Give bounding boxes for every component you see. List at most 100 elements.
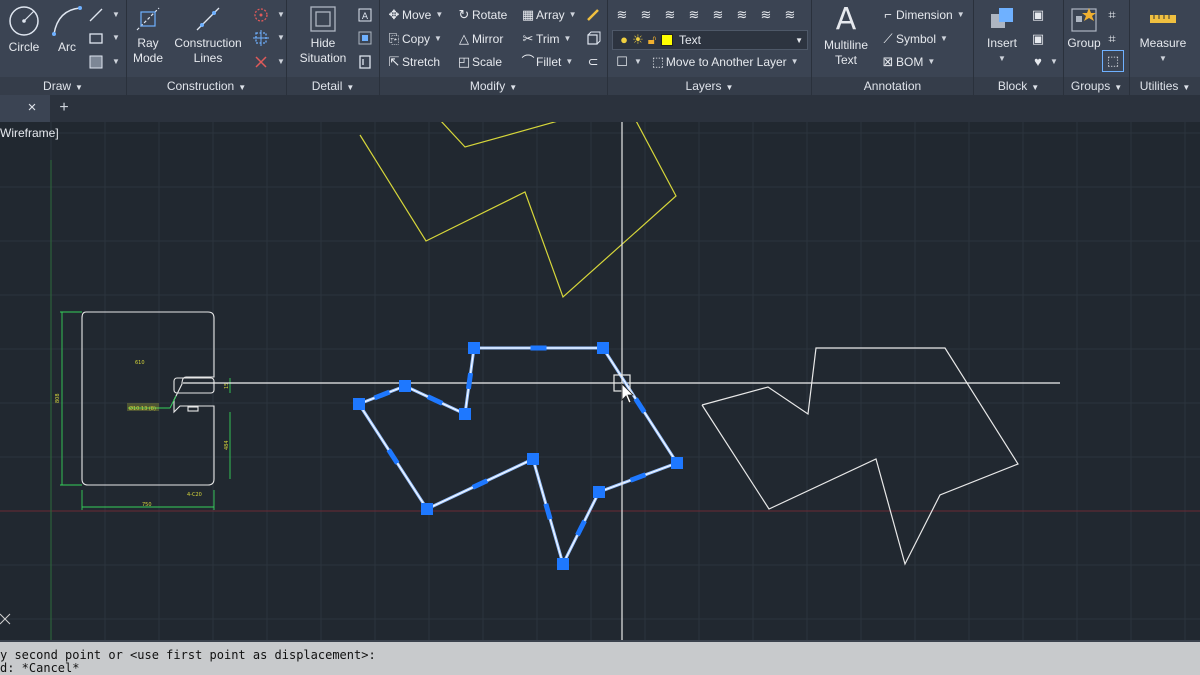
bom-button[interactable]: ⊠ BOM ▼ xyxy=(880,52,936,72)
modify-panel-title[interactable]: Modify ▼ xyxy=(380,77,607,95)
move-button[interactable]: ✥ Move ▼ xyxy=(386,5,444,25)
layer-unisolate-icon[interactable]: ≋ xyxy=(710,7,726,23)
scale-button[interactable]: ◰ Scale xyxy=(456,52,502,72)
block-create-tool[interactable]: ▣ xyxy=(1030,5,1046,25)
measure-button[interactable]: Measure ▼ xyxy=(1138,4,1188,66)
fillet-button[interactable]: ⌒ Fillet ▼ xyxy=(520,52,573,72)
utilities-panel-title[interactable]: Utilities ▼ xyxy=(1130,77,1200,95)
rotate-button[interactable]: ↻ Rotate xyxy=(456,5,508,25)
selected-polyline[interactable] xyxy=(353,342,683,570)
scale-icon: ◰ xyxy=(457,54,471,69)
detail-text-tool[interactable]: A xyxy=(357,5,377,25)
trim-button[interactable]: ✂ Trim ▼ xyxy=(520,29,572,49)
vertex-grip[interactable] xyxy=(557,558,569,570)
layer-off-icon[interactable]: ≋ xyxy=(758,7,774,23)
construction-circle-tool[interactable]: ▼ xyxy=(253,5,285,25)
copy-label: Copy xyxy=(402,32,431,46)
insert-button[interactable]: Insert ▼ xyxy=(982,4,1022,66)
white-polyline[interactable] xyxy=(701,347,1019,566)
modify-pen-tool[interactable] xyxy=(585,5,605,25)
construction-lines-button[interactable]: Construction Lines xyxy=(173,4,243,66)
vertex-grip[interactable] xyxy=(593,486,605,498)
midpoint-grip[interactable] xyxy=(465,372,474,390)
drawing-svg[interactable]: 610 808 750 Ø10.13 (8) 4-C20 484 15 xyxy=(0,122,1200,640)
yellow-polyline[interactable] xyxy=(359,122,677,299)
stretch-button[interactable]: ⇱ Stretch xyxy=(386,52,440,72)
dimension-button[interactable]: ⌐ Dimension ▼ xyxy=(880,5,964,25)
midpoint-grip[interactable] xyxy=(575,519,587,537)
layer-thaw-sun-icon: ☀ xyxy=(632,32,644,47)
vertex-grip[interactable] xyxy=(527,453,539,465)
stretch-label: Stretch xyxy=(402,55,441,69)
midpoint-grip[interactable] xyxy=(426,394,444,406)
block-panel: Insert ▼ ▣ ▣ ♥ ▼ Block ▼ xyxy=(974,0,1064,95)
arc-button[interactable]: Arc xyxy=(50,4,84,55)
copy-button[interactable]: ⎘ Copy ▼ xyxy=(386,29,442,49)
mirror-button[interactable]: △ Mirror xyxy=(456,29,503,49)
construction-delete-tool[interactable]: ▼ xyxy=(253,52,285,72)
group-select-tool[interactable]: ⬚ xyxy=(1102,50,1124,72)
block-panel-title[interactable]: Block ▼ xyxy=(974,77,1063,95)
ray-mode-button[interactable]: Ray Mode xyxy=(131,4,165,66)
ungroup-icon: ⌗ xyxy=(1108,7,1116,22)
circle-button[interactable]: Circle xyxy=(6,4,42,55)
hatch-tool[interactable]: ▼ xyxy=(88,52,120,72)
symbol-button[interactable]: ⟋ Symbol ▼ xyxy=(880,29,948,49)
midpoint-grip[interactable] xyxy=(373,389,391,401)
detail-frame-tool[interactable] xyxy=(357,52,377,72)
drawing-canvas[interactable]: 610 808 750 Ø10.13 (8) 4-C20 484 15 Wire… xyxy=(0,122,1200,640)
midpoint-grip[interactable] xyxy=(629,472,647,483)
multiline-text-button[interactable]: A Multiline Text xyxy=(820,4,872,68)
vertex-grip[interactable] xyxy=(353,398,365,410)
array-icon: ▦ xyxy=(521,7,535,22)
modify-offset-tool[interactable]: ⊂ xyxy=(585,52,601,72)
detail-view-tool[interactable] xyxy=(357,28,377,48)
group-edit-tool[interactable]: ⌗ xyxy=(1104,29,1120,49)
move-to-layer-button[interactable]: ☐ ▼ ⬚ Move to Another Layer ▼ xyxy=(614,52,798,72)
dimension-label: Dimension xyxy=(896,8,953,22)
layer-isolate-icon[interactable]: ≋ xyxy=(686,7,702,23)
layers-title-text: Layers xyxy=(685,79,722,93)
layer-freeze-icon[interactable]: ≋ xyxy=(734,7,750,23)
block-attribute-tool[interactable]: ♥ ▼ xyxy=(1030,52,1058,72)
layer-match-icon[interactable]: ≋ xyxy=(638,7,654,23)
group-button[interactable]: Group xyxy=(1066,4,1102,51)
layer-properties-icon[interactable]: ≋ xyxy=(614,7,630,23)
group-icon xyxy=(1071,8,1097,32)
drawing-tab[interactable]: × xyxy=(0,95,50,122)
vertex-grip[interactable] xyxy=(468,342,480,354)
layers-panel-title[interactable]: Layers ▼ xyxy=(608,77,811,95)
ungroup-tool[interactable]: ⌗ xyxy=(1104,5,1120,25)
array-button[interactable]: ▦ Array ▼ xyxy=(520,5,577,25)
midpoint-grip[interactable] xyxy=(471,478,489,490)
annotation-panel-title[interactable]: Annotation xyxy=(812,77,973,95)
mechanical-part[interactable] xyxy=(81,311,215,486)
viewport-style-label[interactable]: Wireframe] xyxy=(0,126,59,140)
vertex-grip[interactable] xyxy=(597,342,609,354)
vertex-grip[interactable] xyxy=(421,503,433,515)
multiline-text-icon: A xyxy=(835,2,857,37)
construction-intersection-tool[interactable]: ▼ xyxy=(253,28,285,48)
hide-situation-button[interactable]: Hide Situation xyxy=(297,4,349,66)
line-tool[interactable]: ▼ xyxy=(88,5,120,25)
construction-panel-title[interactable]: Construction ▼ xyxy=(127,77,286,95)
command-history-line: d: *Cancel* xyxy=(0,661,80,675)
groups-panel-title[interactable]: Groups ▼ xyxy=(1064,77,1129,95)
midpoint-grip[interactable] xyxy=(543,503,553,520)
vertex-grip[interactable] xyxy=(399,380,411,392)
ruler-icon xyxy=(1150,15,1176,23)
layer-dropdown[interactable]: ● ☀ 🔓︎ Text ▼ xyxy=(612,30,808,50)
rectangle-tool[interactable]: ▼ xyxy=(88,28,120,48)
layer-previous-icon[interactable]: ≋ xyxy=(662,7,678,23)
command-line[interactable]: y second point or <use first point as di… xyxy=(0,640,1200,675)
block-edit-tool[interactable]: ▣ xyxy=(1030,29,1046,49)
vertex-grip[interactable] xyxy=(459,408,471,420)
close-tab-icon[interactable]: × xyxy=(24,100,40,116)
vertex-grip[interactable] xyxy=(671,457,683,469)
midpoint-grip[interactable] xyxy=(633,397,647,414)
new-tab-icon[interactable]: + xyxy=(56,100,72,116)
draw-panel-title[interactable]: Draw ▼ xyxy=(0,77,126,95)
layer-on-icon[interactable]: ≋ xyxy=(782,7,798,23)
detail-panel-title[interactable]: Detail ▼ xyxy=(287,77,379,95)
modify-box-tool[interactable] xyxy=(585,29,605,49)
